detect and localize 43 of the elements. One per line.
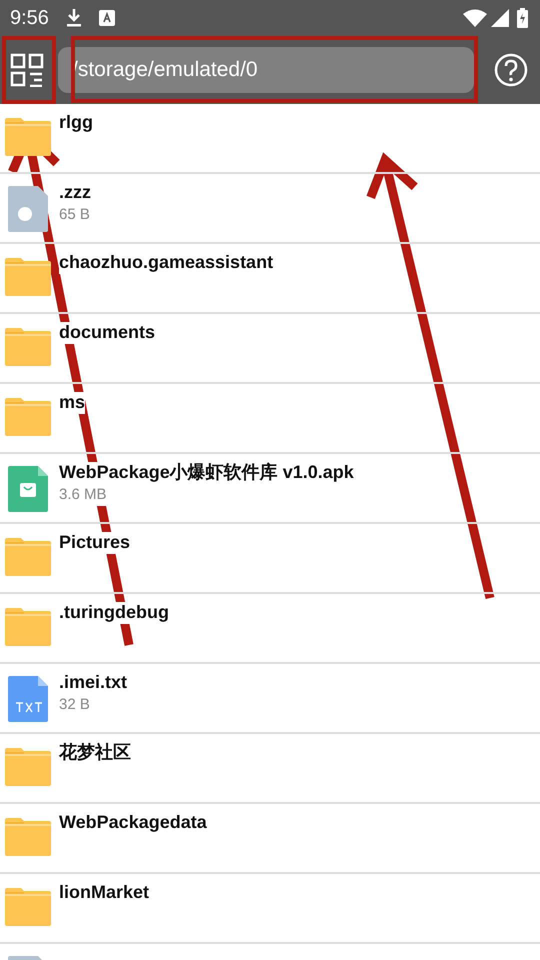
wifi-icon [463, 9, 487, 27]
file-row[interactable]: .imei.txt 32 B [0, 664, 540, 734]
file-row[interactable]: rlgg [0, 104, 540, 174]
file-row[interactable]: WebPackagedata [0, 804, 540, 874]
file-name: WebPackage小爆虾软件库 v1.0.apk [59, 462, 354, 484]
folder-icon [5, 748, 51, 786]
file-name: Pictures [59, 532, 130, 554]
highlight-frame [2, 36, 56, 104]
file-name: chaozhuo.gameassistant [59, 252, 274, 274]
folder-icon [5, 608, 51, 646]
file-row[interactable]: chaozhuo.gameassistant [0, 244, 540, 314]
download-icon [64, 8, 83, 28]
apk-file-icon [8, 466, 48, 512]
file-name: ms [59, 392, 86, 414]
file-name: .turingdebug [59, 602, 169, 624]
notification-icon [98, 10, 115, 26]
file-row[interactable]: documents [0, 314, 540, 384]
file-size: 3.6 MB [59, 484, 107, 506]
file-row[interactable]: 花梦社区 [0, 734, 540, 804]
file-row[interactable]: .turingdebug [0, 594, 540, 664]
folder-icon [5, 258, 51, 296]
file-row[interactable]: Pictures [0, 524, 540, 594]
battery-icon [517, 8, 528, 28]
folder-icon [5, 888, 51, 926]
folder-icon [5, 118, 51, 156]
file-row[interactable]: .zzz 65 B [0, 174, 540, 244]
file-name: documents [59, 322, 156, 344]
text-file-icon [8, 676, 48, 722]
file-name: WebPackagedata [59, 812, 207, 834]
folder-icon [5, 538, 51, 576]
file-name: 花梦社区 [59, 742, 131, 764]
unknown-file-icon [8, 186, 48, 232]
folder-icon [5, 328, 51, 366]
status-time: 9:56 [10, 6, 49, 31]
path-field[interactable]: /storage/emulated/0 [58, 47, 474, 93]
file-row[interactable]: lionMarket [0, 874, 540, 944]
folder-icon [5, 398, 51, 436]
help-button[interactable] [494, 53, 528, 87]
file-row[interactable]: WebPackage小爆虾软件库 v1.0.apk 3.6 MB [0, 454, 540, 524]
signal-icon [491, 9, 509, 27]
folder-icon [5, 818, 51, 856]
file-row[interactable]: ms [0, 384, 540, 454]
file-name: rlgg [59, 112, 93, 134]
